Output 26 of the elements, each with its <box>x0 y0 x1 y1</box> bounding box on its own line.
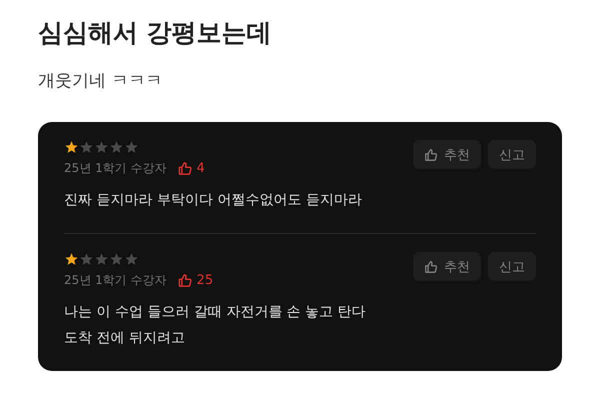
review-text: 진짜 듣지마라 부탁이다 어쩔수없어도 듣지마라 <box>64 191 362 210</box>
recommend-button[interactable]: 추천 <box>413 252 481 281</box>
star-icon <box>64 140 79 154</box>
star-icon <box>124 252 139 266</box>
reviewer-label: 25년 1학기 수강자 <box>64 160 167 177</box>
star-icon <box>79 140 94 154</box>
thumbs-up-icon <box>424 260 438 274</box>
star-icon <box>124 140 139 154</box>
star-icon <box>109 140 124 154</box>
star-icon <box>64 252 79 266</box>
post-title: 심심해서 강평보는데 <box>38 17 273 49</box>
thumbs-up-icon <box>176 161 193 176</box>
like-count: 4 <box>196 161 205 176</box>
thumbs-up-icon <box>424 148 438 162</box>
thumbs-up-icon <box>176 273 193 288</box>
like-count: 25 <box>196 273 214 288</box>
star-icon <box>79 252 94 266</box>
post-text: 개웃기네 ㅋㅋㅋ <box>38 70 164 92</box>
star-icon <box>94 140 109 154</box>
review-text: 나는 이 수업 들으러 갈때 자전거를 손 놓고 탄다 도착 전에 뒤지려고 <box>64 303 366 348</box>
star-icon <box>94 252 109 266</box>
report-button[interactable]: 신고 <box>488 252 536 281</box>
reviewer-label: 25년 1학기 수강자 <box>64 272 167 289</box>
recommend-button[interactable]: 추천 <box>413 140 481 169</box>
star-icon <box>109 252 124 266</box>
report-button[interactable]: 신고 <box>488 140 536 169</box>
